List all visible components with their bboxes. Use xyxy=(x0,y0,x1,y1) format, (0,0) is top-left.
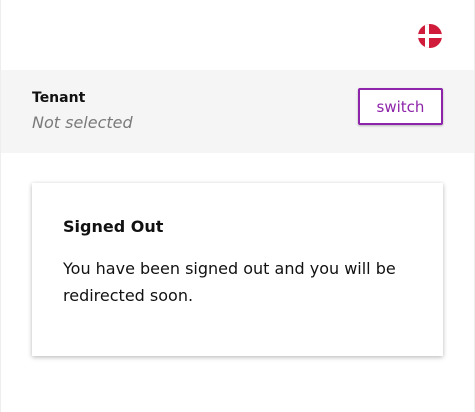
tenant-label: Tenant xyxy=(32,90,86,106)
card-title: Signed Out xyxy=(63,217,164,236)
page: Tenant Not selected switch Signed Out Yo… xyxy=(0,0,475,412)
tenant-bar: Tenant Not selected switch xyxy=(1,70,474,153)
signed-out-card: Signed Out You have been signed out and … xyxy=(32,183,443,356)
top-bar xyxy=(1,0,474,70)
switch-button[interactable]: switch xyxy=(358,88,443,125)
tenant-value: Not selected xyxy=(32,113,133,132)
card-message: You have been signed out and you will be… xyxy=(63,259,396,305)
denmark-flag-icon[interactable] xyxy=(418,24,442,48)
